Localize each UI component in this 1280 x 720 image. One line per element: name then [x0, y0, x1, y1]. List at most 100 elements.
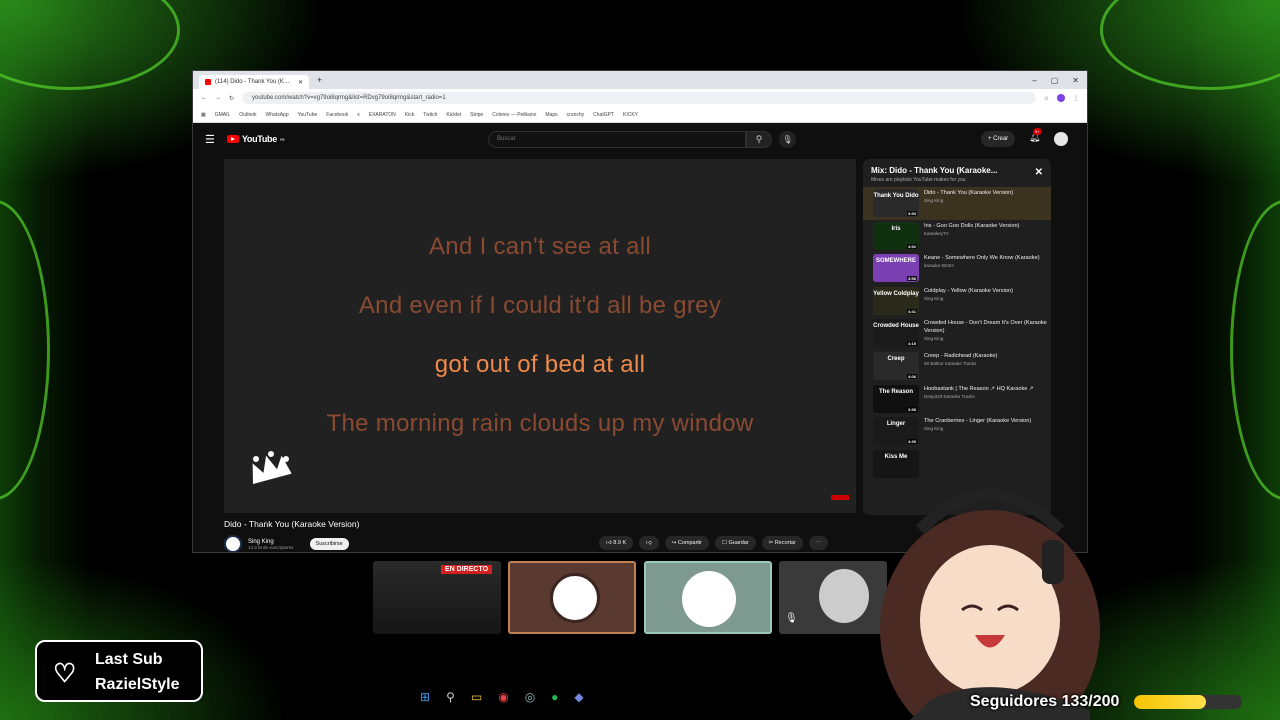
playlist-item[interactable]: SOMEWHERE 3:56 Keane - Somewhere Only We K… — [863, 252, 1051, 285]
browser-titlebar: (114) Dido - Thank You (K… ✕ + – ▢ ✕ — [193, 71, 1087, 89]
dislike-button[interactable]: 👎︎ — [639, 536, 659, 550]
last-sub-box: ♡ Last Sub RazielStyle — [35, 640, 203, 702]
playlist-item[interactable]: Creep 4:06 Creep - Radiohead (Karaoke) Mr B… — [863, 350, 1051, 383]
address-bar: ← → ↻ youtube.com/watch?v=vg79oi8qrmg&li… — [193, 89, 1087, 107]
playlist-subtitle: Mixes are playlists YouTube makes for yo… — [871, 177, 966, 183]
lyric-line-current: got out of bed at all — [434, 351, 646, 378]
duration-badge: 3:58 — [906, 406, 917, 412]
playlist-item-title: Iris - Goo Goo Dolls (Karaoke Version) — [924, 222, 1020, 229]
lyric-line: And I can't see at all — [429, 233, 651, 260]
bookmark-item[interactable]: GMAIL — [215, 112, 231, 118]
playlist-header: Mix: Dido - Thank You (Karaoke... Mixes … — [863, 159, 1051, 187]
windows-start-icon[interactable]: ⊞ — [420, 690, 430, 704]
thumbnail-text: Creep — [887, 355, 905, 362]
duration-badge: 3:56 — [906, 276, 917, 282]
file-explorer-icon[interactable]: ▭ — [471, 690, 482, 704]
apps-grid-icon[interactable]: ▦ — [201, 112, 206, 118]
notifications-bell-icon[interactable]: 🔔︎ 9+ — [1029, 128, 1042, 143]
thumbnail-text: Kiss Me — [884, 453, 908, 460]
playlist-item[interactable]: The Reason 3:58 Hoobastank | The Reason ↗ … — [863, 383, 1051, 416]
participant-tile[interactable] — [508, 561, 636, 634]
bookmark-item[interactable]: Kicklet — [446, 112, 461, 118]
save-button[interactable]: ☐ Guardar — [715, 536, 756, 550]
discord-icon[interactable]: ◆ — [574, 690, 583, 704]
followers-progress-fill — [1134, 695, 1206, 709]
hamburger-menu-icon[interactable]: ☰ — [205, 133, 215, 146]
bookmark-item[interactable]: KICKY — [623, 112, 638, 118]
bookmark-item[interactable]: crunchy — [567, 112, 585, 118]
playlist-item[interactable]: Yellow Coldplay 4:41 Coldplay - Yellow (Ka… — [863, 285, 1051, 318]
back-icon[interactable]: ← — [201, 95, 207, 101]
bookmark-item[interactable]: WhatsApp — [266, 112, 289, 118]
duration-badge: 4:39 — [906, 439, 917, 445]
microphone-icon[interactable]: 🎙︎ — [779, 131, 796, 148]
subscribe-button[interactable]: Suscribirse — [309, 538, 349, 550]
playlist-item-info: Dido - Thank You (Karaoke Version) Sing K… — [924, 189, 1047, 218]
subscriber-count: 14.3 M de suscriptores — [248, 544, 294, 550]
bookmark-item[interactable]: Stripe — [470, 112, 483, 118]
close-icon[interactable]: ✕ — [1035, 167, 1043, 178]
tab-close-icon[interactable]: ✕ — [298, 79, 303, 86]
profile-icon[interactable] — [1057, 94, 1065, 102]
bookmark-item[interactable]: x — [357, 112, 360, 118]
chrome-icon[interactable]: ◉ — [498, 690, 508, 704]
url-field[interactable]: youtube.com/watch?v=vg79oi8qrmg&list=RDv… — [242, 92, 1036, 104]
bookmark-item[interactable]: EXARATON — [369, 112, 396, 118]
new-tab-icon[interactable]: + — [317, 75, 322, 85]
close-window-icon[interactable]: ✕ — [1072, 76, 1079, 85]
menu-dots-icon[interactable]: ⋮ — [1073, 95, 1079, 102]
playlist-item[interactable]: Crowded House 4:15 Crowded House - Don't D… — [863, 317, 1051, 350]
playlist-item-info: Crowded House - Don't Dream It's Over (K… — [924, 319, 1047, 348]
subscribe-watermark[interactable] — [831, 495, 849, 500]
playlist-item-title: Creep - Radiohead (Karaoke) — [924, 352, 998, 359]
bookmark-item[interactable]: Outlook — [239, 112, 256, 118]
playlist-item[interactable]: Iris 4:52 Iris - Goo Goo Dolls (Karaoke Ve… — [863, 220, 1051, 253]
thumbnail-text: SOMEWHERE — [875, 258, 916, 265]
search-icon[interactable]: ⚲ — [746, 131, 772, 148]
bookmark-star-icon[interactable]: ☆ — [1044, 95, 1049, 102]
browser-tab[interactable]: (114) Dido - Thank You (K… ✕ — [199, 75, 309, 89]
bookmark-item[interactable]: Maps — [545, 112, 557, 118]
video-player[interactable]: And I can't see at all And even if I cou… — [224, 159, 856, 513]
bookmark-item[interactable]: Colores — Pelikano — [492, 112, 536, 118]
reload-icon[interactable]: ↻ — [229, 95, 234, 102]
minimize-icon[interactable]: – — [1032, 76, 1036, 85]
youtube-play-icon — [226, 135, 239, 143]
channel-avatar[interactable] — [224, 535, 242, 552]
vine-decoration — [0, 0, 180, 90]
thumbnail-text: The Reason — [878, 388, 913, 395]
steam-icon[interactable]: ◎ — [525, 690, 535, 704]
maximize-icon[interactable]: ▢ — [1051, 76, 1059, 85]
forward-icon[interactable]: → — [215, 95, 221, 101]
followers-progress-bar — [1134, 695, 1242, 709]
bookmark-item[interactable]: Twitch — [423, 112, 437, 118]
vine-decoration — [1230, 200, 1280, 500]
duration-badge: 3:53 — [906, 211, 917, 216]
share-button[interactable]: ↪ Compartir — [664, 536, 710, 550]
last-sub-name: RazielStyle — [95, 676, 180, 693]
create-button[interactable]: + Crear — [981, 131, 1016, 147]
playlist-item[interactable]: Thank You Dido 3:53 Dido - Thank You (Kara… — [863, 187, 1051, 220]
clip-button[interactable]: ✂ Recortar — [761, 536, 803, 550]
participant-tile[interactable] — [644, 561, 772, 634]
playlist-item-info: Hoobastank | The Reason ↗ HQ Karaoke ↗ De… — [924, 385, 1047, 414]
like-count: 8.9 K — [613, 540, 627, 546]
playlist-item-info: Iris - Goo Goo Dolls (Karaoke Version) Ka… — [924, 222, 1047, 251]
search-icon[interactable]: ⚲ — [446, 690, 455, 704]
account-avatar[interactable] — [1054, 132, 1068, 146]
more-actions-button[interactable]: ⋯ — [808, 536, 829, 550]
bookmark-item[interactable]: Facebook — [326, 112, 348, 118]
playlist-item-info: Coldplay - Yellow (Karaoke Version) Sing … — [924, 287, 1047, 316]
duration-badge: 4:15 — [906, 341, 917, 347]
bookmark-item[interactable]: YouTube — [298, 112, 318, 118]
search-input[interactable]: Buscar — [488, 131, 746, 148]
spotify-icon[interactable]: ● — [551, 690, 558, 704]
thumbnail-text: Crowded House — [873, 323, 919, 330]
like-button[interactable]: 👍︎ 8.9 K — [599, 536, 634, 550]
save-label: Guardar — [728, 540, 749, 546]
bookmark-item[interactable]: ChatGPT — [593, 112, 614, 118]
playlist-item[interactable]: Linger 4:39 The Cranberries - Linger (Kara… — [863, 415, 1051, 448]
youtube-logo[interactable]: YouTube PE — [226, 134, 285, 144]
playlist-thumbnail: Crowded House 4:15 — [873, 319, 919, 348]
bookmark-item[interactable]: Kick — [405, 112, 414, 118]
